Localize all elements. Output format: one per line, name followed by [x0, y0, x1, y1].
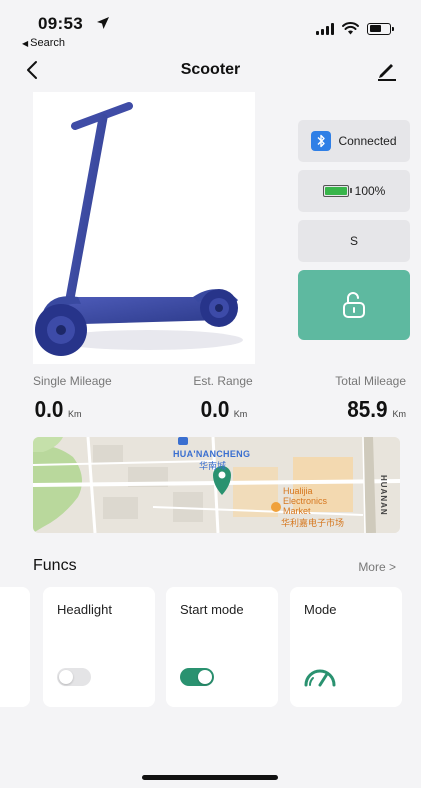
func-card-title: Headlight [57, 602, 112, 617]
speed-mode-button[interactable]: S [298, 220, 410, 262]
unlock-icon [343, 292, 365, 318]
headlight-toggle[interactable] [57, 668, 91, 686]
map-place-label: HUA'NANCHENG [173, 449, 251, 459]
bluetooth-icon [311, 131, 332, 151]
map-road-label: HUANAN [379, 475, 388, 516]
func-card-title: Start mode [180, 602, 244, 617]
cellular-signal-icon [316, 22, 334, 35]
stat-value: 85.9 [346, 396, 388, 422]
map-market-label-cn: 华利嘉电子市场 [281, 518, 345, 528]
stat-total-mileage: Total Mileage 85.9 Km [318, 374, 406, 423]
map-place-label-cn: 华南城 [199, 461, 227, 471]
home-indicator[interactable] [142, 775, 278, 780]
func-card-start-mode[interactable]: Start mode [166, 587, 278, 707]
stat-label: Est. Range [193, 374, 253, 388]
bluetooth-status-button[interactable]: Connected [298, 120, 410, 162]
location-arrow-icon [97, 17, 109, 29]
scooter-illustration [35, 102, 243, 356]
map-market-label: Hualijia Electronics Market [283, 486, 328, 516]
stat-label: Single Mileage [33, 374, 112, 388]
back-triangle-icon: ◀ [22, 39, 29, 48]
stat-unit: Km [67, 409, 82, 419]
connection-label: Connected [338, 134, 397, 148]
nav-bar: Scooter [0, 56, 421, 86]
battery-percent: 100% [354, 184, 386, 198]
stat-label: Total Mileage [335, 374, 406, 388]
unlock-button[interactable] [298, 270, 410, 340]
func-card-partial[interactable] [0, 587, 30, 707]
back-to-app-link[interactable]: ◀ Search [22, 37, 65, 49]
funcs-section-title: Funcs [33, 557, 77, 574]
stat-unit: Km [233, 409, 248, 419]
battery-status-button[interactable]: 100% [298, 170, 410, 212]
scooter-image [33, 92, 255, 364]
stat-est-range: Est. Range 0.0 Km [180, 374, 266, 423]
status-icons [316, 22, 394, 35]
stat-value: 0.0 [200, 396, 230, 422]
back-app-label: Search [30, 37, 66, 49]
func-card-mode[interactable]: Mode [290, 587, 402, 707]
page-title: Scooter [180, 61, 241, 78]
edit-pencil-icon[interactable] [375, 58, 399, 82]
phone-battery-icon [367, 22, 394, 35]
stat-unit: Km [392, 409, 407, 419]
gauge-icon [304, 669, 336, 687]
battery-icon [322, 185, 352, 197]
status-time: 09:53 [38, 14, 83, 33]
start-mode-toggle[interactable] [180, 668, 214, 686]
speed-mode-value: S [349, 234, 358, 248]
status-bar: 09:53 ◀ Search [0, 0, 421, 52]
func-card-headlight[interactable]: Headlight [43, 587, 155, 707]
more-link[interactable]: More > [358, 560, 396, 574]
stat-value: 0.0 [34, 396, 64, 422]
func-card-title: Mode [304, 602, 337, 617]
location-map[interactable]: HUA'NANCHENG 华南城 Hualijia Electronics Ma… [33, 437, 400, 533]
stat-single-mileage: Single Mileage 0.0 Km [33, 374, 112, 423]
wifi-icon [342, 22, 359, 35]
